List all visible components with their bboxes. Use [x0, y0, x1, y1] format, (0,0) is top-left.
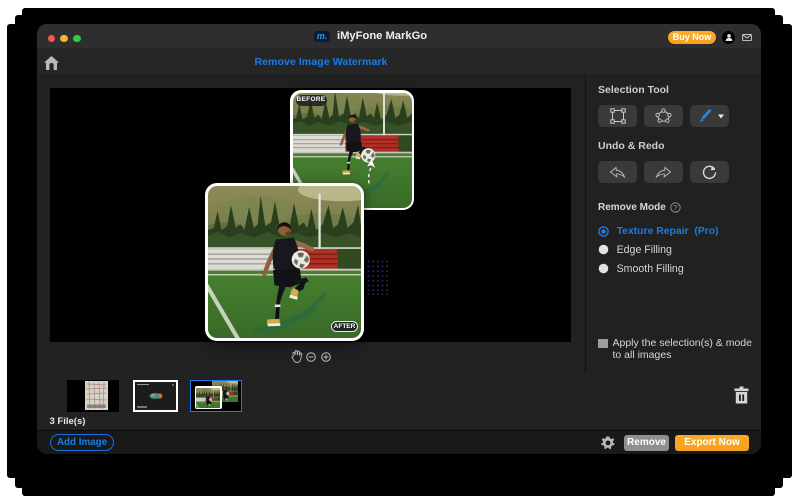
svg-text:?: ?	[673, 203, 677, 212]
